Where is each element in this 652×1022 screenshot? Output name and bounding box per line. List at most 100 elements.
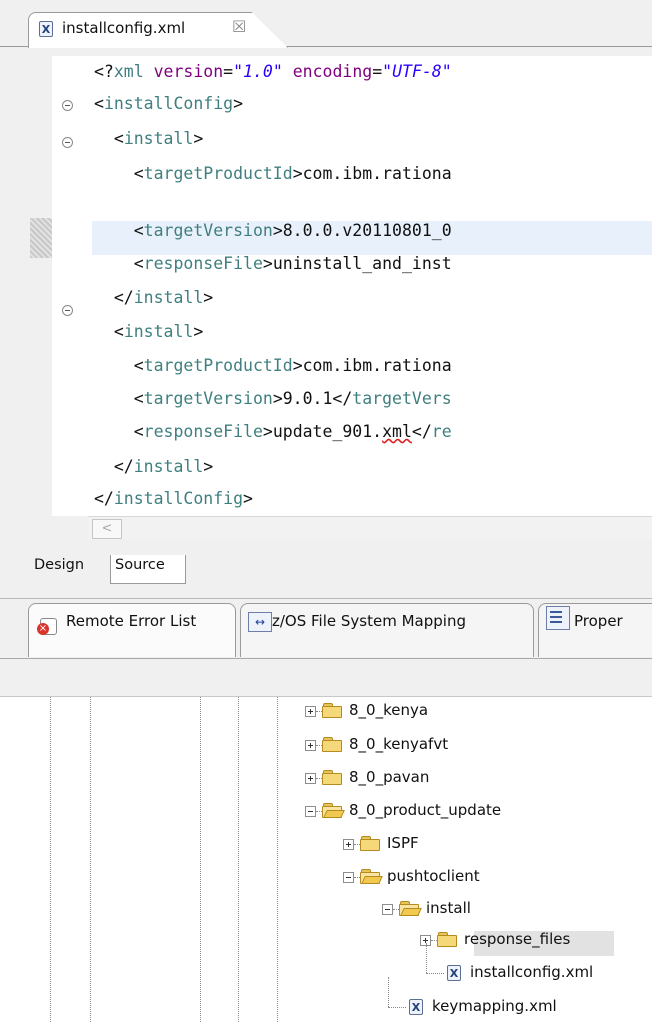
code-tag-name: install <box>123 129 194 148</box>
expand-icon[interactable] <box>343 839 354 850</box>
code-tag-name: xml <box>113 62 144 81</box>
code-text: > <box>243 489 253 508</box>
tree-guide-line <box>277 697 278 1022</box>
horizontal-scrollbar[interactable] <box>88 516 652 541</box>
code-text: < <box>94 221 144 240</box>
code-line[interactable]: <responseFile>uninstall_and_inst <box>94 254 452 274</box>
code-text: < <box>94 389 144 408</box>
source-text-area[interactable] <box>88 56 652 516</box>
fold-toggle-icon[interactable] <box>62 100 73 111</box>
tab-design[interactable]: Design <box>34 557 84 573</box>
tree-folder-label[interactable]: ISPF <box>387 834 419 852</box>
code-tag-name: re <box>431 422 452 441</box>
tree-folder-label[interactable]: pushtoclient <box>387 867 480 885</box>
tree-guide-line <box>200 697 201 1022</box>
code-line[interactable]: <targetProductId>com.ibm.rationa <box>94 356 452 376</box>
code-text: < <box>94 356 144 375</box>
code-line[interactable]: <install> <box>94 129 203 149</box>
code-text: = <box>223 62 234 81</box>
tab-properties-label[interactable]: Proper <box>574 612 623 630</box>
code-text: >8.0.0.v20110801_0 <box>272 221 452 240</box>
code-text: < <box>94 254 144 273</box>
code-attribute: encoding <box>292 62 373 81</box>
code-tag-name: install <box>133 457 204 476</box>
code-line[interactable]: <responseFile>update_901.xml</re <box>94 422 452 442</box>
code-tag-name: install <box>123 322 194 341</box>
code-line[interactable]: <targetVersion>9.0.1</targetVers <box>94 389 452 409</box>
tree-folder-label[interactable]: 8_0_pavan <box>349 768 429 786</box>
tree-connector <box>426 973 444 974</box>
mapping-icon: ↔ <box>248 612 272 632</box>
code-tag-name: installConfig <box>103 94 234 113</box>
tree-file-label[interactable]: keymapping.xml <box>432 997 557 1015</box>
code-line[interactable]: </install> <box>94 457 213 477</box>
code-text: xml <box>382 422 412 441</box>
code-text: >9.0.1</ <box>272 389 353 408</box>
code-tag-name: responseFile <box>143 422 263 441</box>
code-attribute-value: "1.0" <box>233 62 283 81</box>
code-attribute: version <box>153 62 224 81</box>
code-line[interactable]: <install> <box>94 322 203 342</box>
code-text: = <box>372 62 383 81</box>
collapse-icon[interactable] <box>305 806 316 817</box>
code-text: >com.ibm.rationa <box>292 356 452 375</box>
code-text: < <box>94 422 144 441</box>
code-line[interactable]: </install> <box>94 288 213 308</box>
tree-folder-label[interactable]: response_files <box>464 930 570 948</box>
views-tab-divider <box>0 658 652 659</box>
collapse-icon[interactable] <box>382 904 393 915</box>
folder-icon <box>360 836 381 851</box>
code-tag-name: targetProductId <box>143 164 293 183</box>
code-tag-name: targetVersion <box>143 221 273 240</box>
tree-folder-label[interactable]: 8_0_kenya <box>349 701 428 719</box>
code-attribute-value: "UTF-8" <box>382 62 452 81</box>
code-line[interactable]: <targetVersion>8.0.0.v20110801_0 <box>94 221 452 241</box>
code-text: > <box>203 288 214 307</box>
code-text: >uninstall_and_inst <box>262 254 452 273</box>
code-line[interactable]: <targetProductId>com.ibm.rationa <box>94 164 452 184</box>
tab-remote-error-list-label[interactable]: Remote Error List <box>66 612 196 630</box>
code-tag-name: targetVersion <box>143 389 273 408</box>
xml-file-icon: X <box>409 999 423 1015</box>
xml-file-icon: X <box>39 21 53 37</box>
tree-file-label[interactable]: installconfig.xml <box>470 963 593 981</box>
tree-guide-line <box>238 697 239 1022</box>
code-tag-name: responseFile <box>143 254 263 273</box>
folder-open-icon <box>322 803 345 818</box>
tree-folder-label[interactable]: 8_0_kenyafvt <box>349 735 448 753</box>
folder-open-icon <box>399 901 422 916</box>
code-tag-name: installConfig <box>113 489 244 508</box>
code-text: < <box>94 94 104 113</box>
code-text: > <box>193 322 204 341</box>
editor-tab-title[interactable]: installconfig.xml <box>62 19 185 37</box>
code-line[interactable]: <?xml version="1.0" encoding="UTF-8" <box>94 62 452 82</box>
code-text: >com.ibm.rationa <box>292 164 452 183</box>
scroll-left-button[interactable]: < <box>92 519 122 539</box>
editor-gutter <box>30 56 52 516</box>
code-text: < <box>94 164 144 183</box>
code-text: < <box>94 322 124 341</box>
collapse-icon[interactable] <box>343 872 354 883</box>
expand-icon[interactable] <box>305 740 316 751</box>
folder-open-icon <box>360 869 383 884</box>
tree-connector <box>388 977 389 1007</box>
tab-zos-mapping-label[interactable]: z/OS File System Mapping <box>272 612 466 630</box>
code-line[interactable]: </installConfig> <box>94 489 253 509</box>
tree-folder-label[interactable]: 8_0_product_update <box>349 801 501 819</box>
code-text: < <box>94 129 124 148</box>
error-list-icon <box>37 618 57 635</box>
close-tab-icon[interactable]: ☒ <box>232 17 246 36</box>
view-toolbar <box>0 660 652 697</box>
tree-connector <box>426 943 427 973</box>
expand-icon[interactable] <box>305 773 316 784</box>
code-text: >update_901. <box>262 422 383 441</box>
expand-icon[interactable] <box>305 706 316 717</box>
code-line[interactable]: <installConfig> <box>94 94 243 114</box>
code-text: > <box>193 129 204 148</box>
fold-toggle-icon[interactable] <box>62 305 73 316</box>
tree-folder-label[interactable]: install <box>426 899 471 917</box>
tab-source-label[interactable]: Source <box>115 557 165 573</box>
fold-toggle-icon[interactable] <box>62 137 73 148</box>
properties-icon <box>546 606 570 630</box>
folder-icon <box>322 770 343 785</box>
